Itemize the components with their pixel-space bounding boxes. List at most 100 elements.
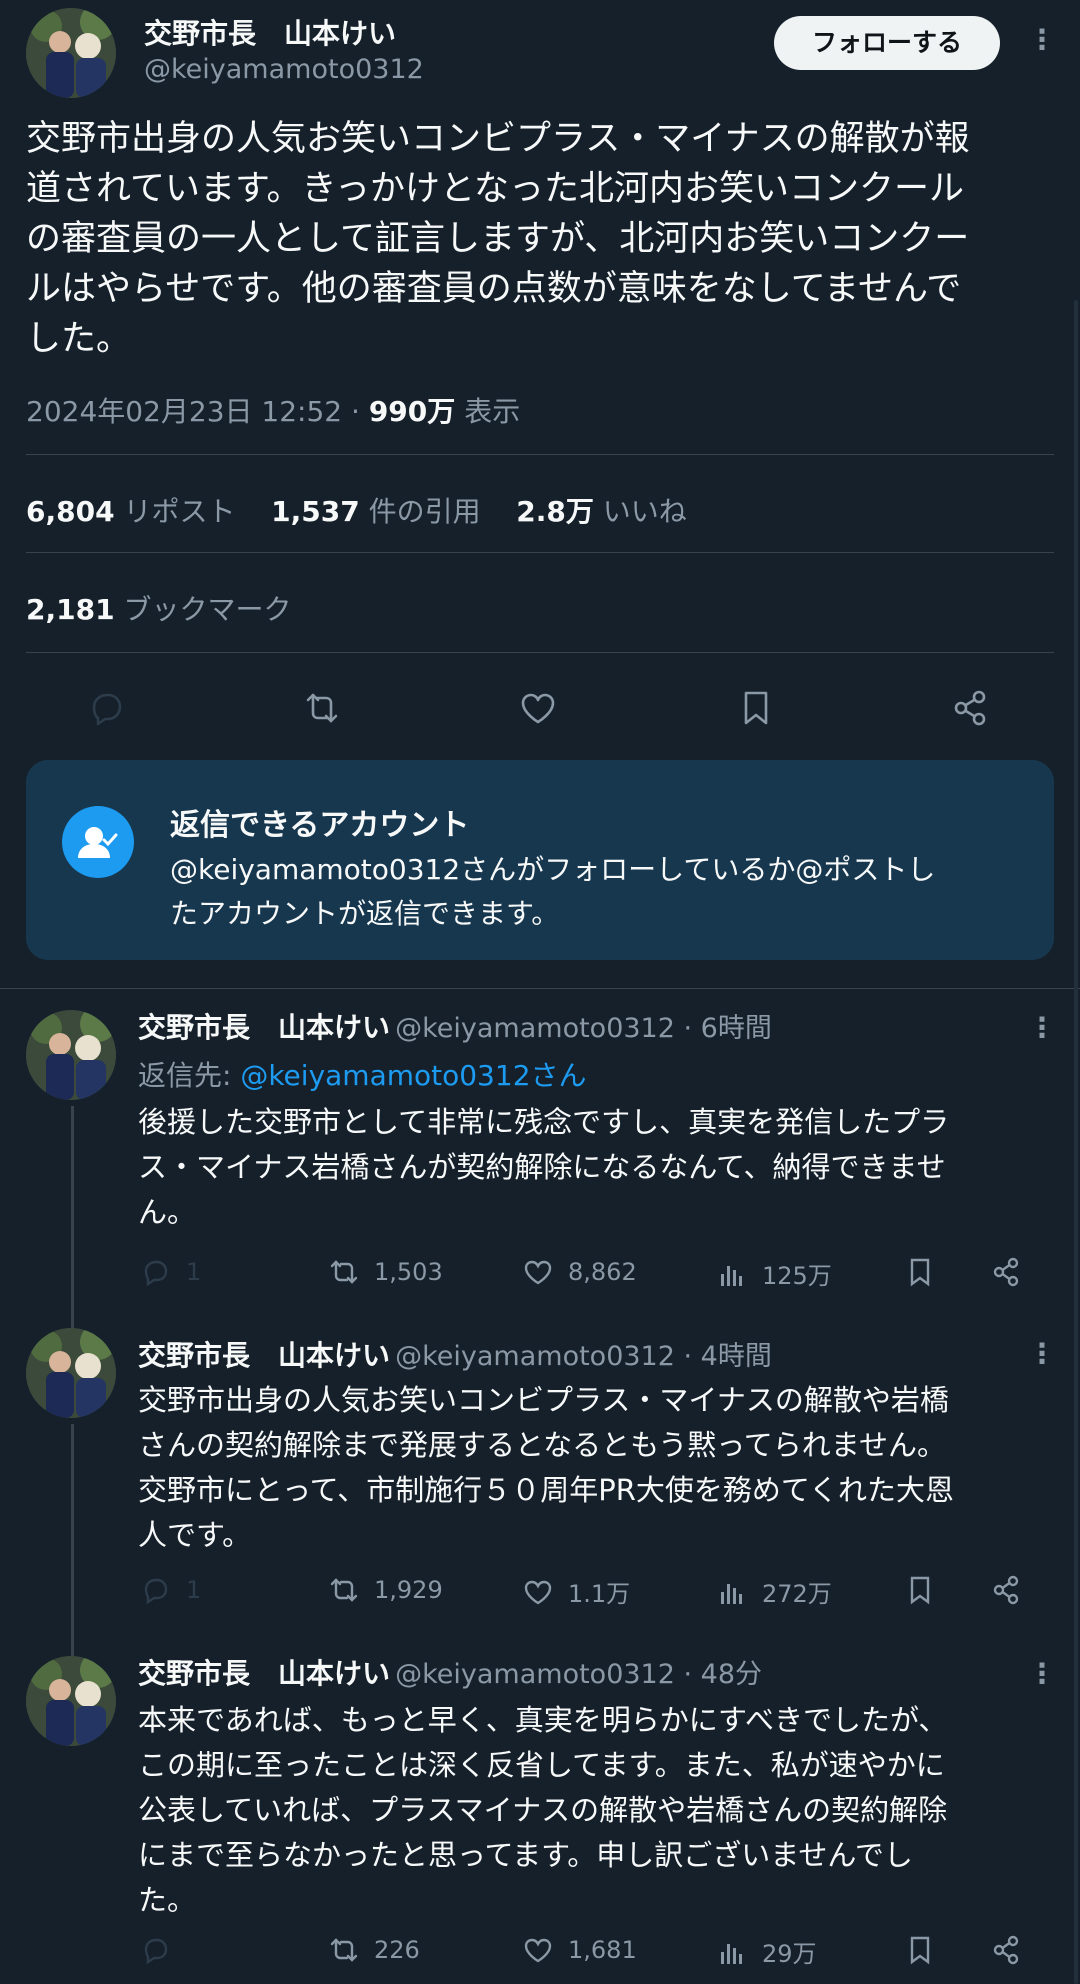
repost-icon — [330, 1578, 358, 1602]
like-count: 1,681 — [568, 1936, 637, 1964]
views-icon — [721, 1265, 742, 1286]
reply-icon[interactable] — [86, 688, 126, 728]
tweet-text-line: 道されています。きっかけとなった北河内お笑いコンクール — [26, 169, 965, 209]
views-icon — [721, 1943, 742, 1964]
repost-count: 1,929 — [374, 1576, 443, 1604]
reposts-count: 6,804 — [26, 495, 115, 528]
reply-text-line: にまで至らなかったと思ってます。申し訳ございませんでし — [138, 1838, 913, 1872]
more-options-icon[interactable]: ⋮ — [1028, 1660, 1056, 1688]
like-action[interactable]: 1,681 — [522, 1934, 637, 1966]
bookmark-icon[interactable] — [736, 688, 776, 728]
reply-text: 本来であれば、もっと早く、真実を明らかにすべきでしたが、 この期に至ったことは深… — [138, 1698, 1058, 1923]
reply-text-line: 交野市出身の人気お笑いコンビプラス・マイナスの解散や岩橋 — [138, 1383, 949, 1417]
bookmark-icon — [910, 1258, 930, 1287]
bookmarks-stat[interactable]: 2,181 ブックマーク — [26, 588, 292, 628]
tweet-text-line: ルはやらせです。他の審査員の点数が意味をなしてませんで — [26, 269, 962, 309]
notice-title: 返信できるアカウント — [170, 808, 470, 843]
reply-text-line: ス・マイナス岩橋さんが契約解除になるなんて、納得できませ — [138, 1150, 946, 1184]
reposts-stat[interactable]: 6,804 リポスト — [26, 495, 244, 528]
reply-to-prefix: 返信先: — [138, 1059, 241, 1092]
bookmark-action[interactable] — [904, 1256, 936, 1288]
views-count: 272万 — [762, 1580, 832, 1608]
reply-handle-time[interactable]: @keiyamamoto0312 · 48分 — [395, 1659, 762, 1690]
repost-icon — [330, 1260, 358, 1284]
views-icon — [721, 1583, 742, 1604]
reply-count: 1 — [186, 1258, 202, 1286]
reply-permission-notice: 返信できるアカウント @keiyamamoto0312さんがフォローしているか@… — [26, 760, 1054, 960]
reply-text-line: 交野市にとって、市制施行５０周年PR大使を務めてくれた大恩 — [138, 1473, 954, 1507]
repost-count: 1,503 — [374, 1258, 443, 1286]
like-action[interactable]: 1.1万 — [522, 1574, 630, 1609]
reply-display-name[interactable]: 交野市長 山本けい — [138, 1011, 390, 1044]
repost-action[interactable]: 1,503 — [328, 1256, 443, 1288]
notice-body-line: @keiyamamoto0312さんがフォローしているか@ポストし — [170, 853, 936, 886]
reply-comment-action[interactable]: 1 — [140, 1574, 201, 1606]
reply-text: 後援した交野市として非常に残念ですし、真実を発信したプラ ス・マイナス岩橋さんが… — [138, 1100, 1058, 1235]
reply-text-line: 公表していれば、プラスマイナスの解散や岩橋さんの契約解除 — [138, 1793, 948, 1827]
reply-count: 1 — [186, 1576, 202, 1604]
repost-count: 226 — [374, 1936, 420, 1964]
reply-header: 交野市長 山本けい @keiyamamoto0312 · 6時間 — [138, 1006, 772, 1046]
views-action[interactable]: 125万 — [716, 1256, 832, 1291]
more-options-icon[interactable]: ⋮ — [1028, 26, 1056, 54]
reply-header: 交野市長 山本けい @keiyamamoto0312 · 4時間 — [138, 1334, 772, 1374]
tweet-timestamp[interactable]: 2024年02月23日 12:52 · — [26, 395, 360, 428]
bookmarks-label: ブックマーク — [123, 593, 292, 626]
follow-button[interactable]: フォローする — [774, 16, 1000, 70]
reply-text-line: この期に至ったことは深く反省してます。また、私が速やかに — [138, 1748, 945, 1782]
reply-avatar[interactable] — [26, 1010, 116, 1100]
reply-avatar[interactable] — [26, 1656, 116, 1746]
views-count: 125万 — [762, 1262, 832, 1290]
quotes-count: 1,537 — [271, 495, 360, 528]
reply-text: 交野市出身の人気お笑いコンビプラス・マイナスの解散や岩橋 さんの契約解除まで発展… — [138, 1378, 1058, 1558]
author-display-name[interactable]: 交野市長 山本けい — [144, 12, 396, 52]
more-options-icon[interactable]: ⋮ — [1028, 1340, 1056, 1368]
tweet-text-line: 交野市出身の人気お笑いコンビプラス・マイナスの解散が報 — [26, 119, 970, 159]
reply-header: 交野市長 山本けい @keiyamamoto0312 · 48分 — [138, 1652, 762, 1692]
divider — [0, 988, 1080, 989]
reply-comment-action[interactable]: 1 — [140, 1256, 201, 1288]
like-icon[interactable] — [518, 688, 558, 728]
share-action[interactable] — [990, 1574, 1022, 1606]
likes-label: いいね — [602, 495, 687, 528]
reply-handle-time[interactable]: @keiyamamoto0312 · 6時間 — [395, 1013, 772, 1044]
reply-handle-time[interactable]: @keiyamamoto0312 · 4時間 — [395, 1341, 772, 1372]
likes-stat[interactable]: 2.8万 いいね — [516, 495, 687, 528]
share-icon[interactable] — [950, 688, 990, 728]
reply-icon — [144, 1938, 168, 1965]
divider — [26, 454, 1054, 455]
share-action[interactable] — [990, 1256, 1022, 1288]
person-check-icon — [62, 806, 134, 878]
reply-icon — [144, 1260, 168, 1287]
views-action[interactable]: 29万 — [716, 1934, 817, 1969]
likes-count: 2.8万 — [516, 495, 594, 528]
repost-action[interactable]: 1,929 — [328, 1574, 443, 1606]
divider — [26, 552, 1054, 553]
divider — [26, 652, 1054, 653]
bookmark-action[interactable] — [904, 1574, 936, 1606]
scrollbar[interactable] — [1074, 300, 1078, 1984]
views-action[interactable]: 272万 — [716, 1574, 832, 1609]
more-options-icon[interactable]: ⋮ — [1028, 1014, 1056, 1042]
reply-display-name[interactable]: 交野市長 山本けい — [138, 1339, 390, 1372]
reply-icon — [144, 1578, 168, 1605]
notice-body: @keiyamamoto0312さんがフォローしているか@ポストし たアカウント… — [170, 848, 1020, 936]
author-handle[interactable]: @keiyamamoto0312 — [144, 54, 424, 85]
bookmark-action[interactable] — [904, 1934, 936, 1966]
reply-avatar[interactable] — [26, 1328, 116, 1418]
reply-to-handle[interactable]: @keiyamamoto0312さん — [240, 1059, 586, 1092]
reply-display-name[interactable]: 交野市長 山本けい — [138, 1657, 390, 1690]
reply-comment-action[interactable] — [140, 1934, 186, 1966]
notice-body-line: たアカウントが返信できます。 — [170, 897, 560, 930]
tweet-text-line: の審査員の一人として証言しますが、北河内お笑いコンクー — [26, 219, 970, 259]
author-avatar[interactable] — [26, 8, 116, 98]
repost-icon[interactable] — [302, 688, 342, 728]
bookmark-icon — [910, 1576, 930, 1605]
quotes-stat[interactable]: 1,537 件の引用 — [271, 495, 489, 528]
repost-action[interactable]: 226 — [328, 1934, 420, 1966]
like-action[interactable]: 8,862 — [522, 1256, 637, 1288]
share-action[interactable] — [990, 1934, 1022, 1966]
reply-text-line: 後援した交野市として非常に残念ですし、真実を発信したプラ — [138, 1105, 950, 1139]
reply-text-line: ん。 — [138, 1195, 197, 1229]
like-icon — [524, 1260, 552, 1285]
